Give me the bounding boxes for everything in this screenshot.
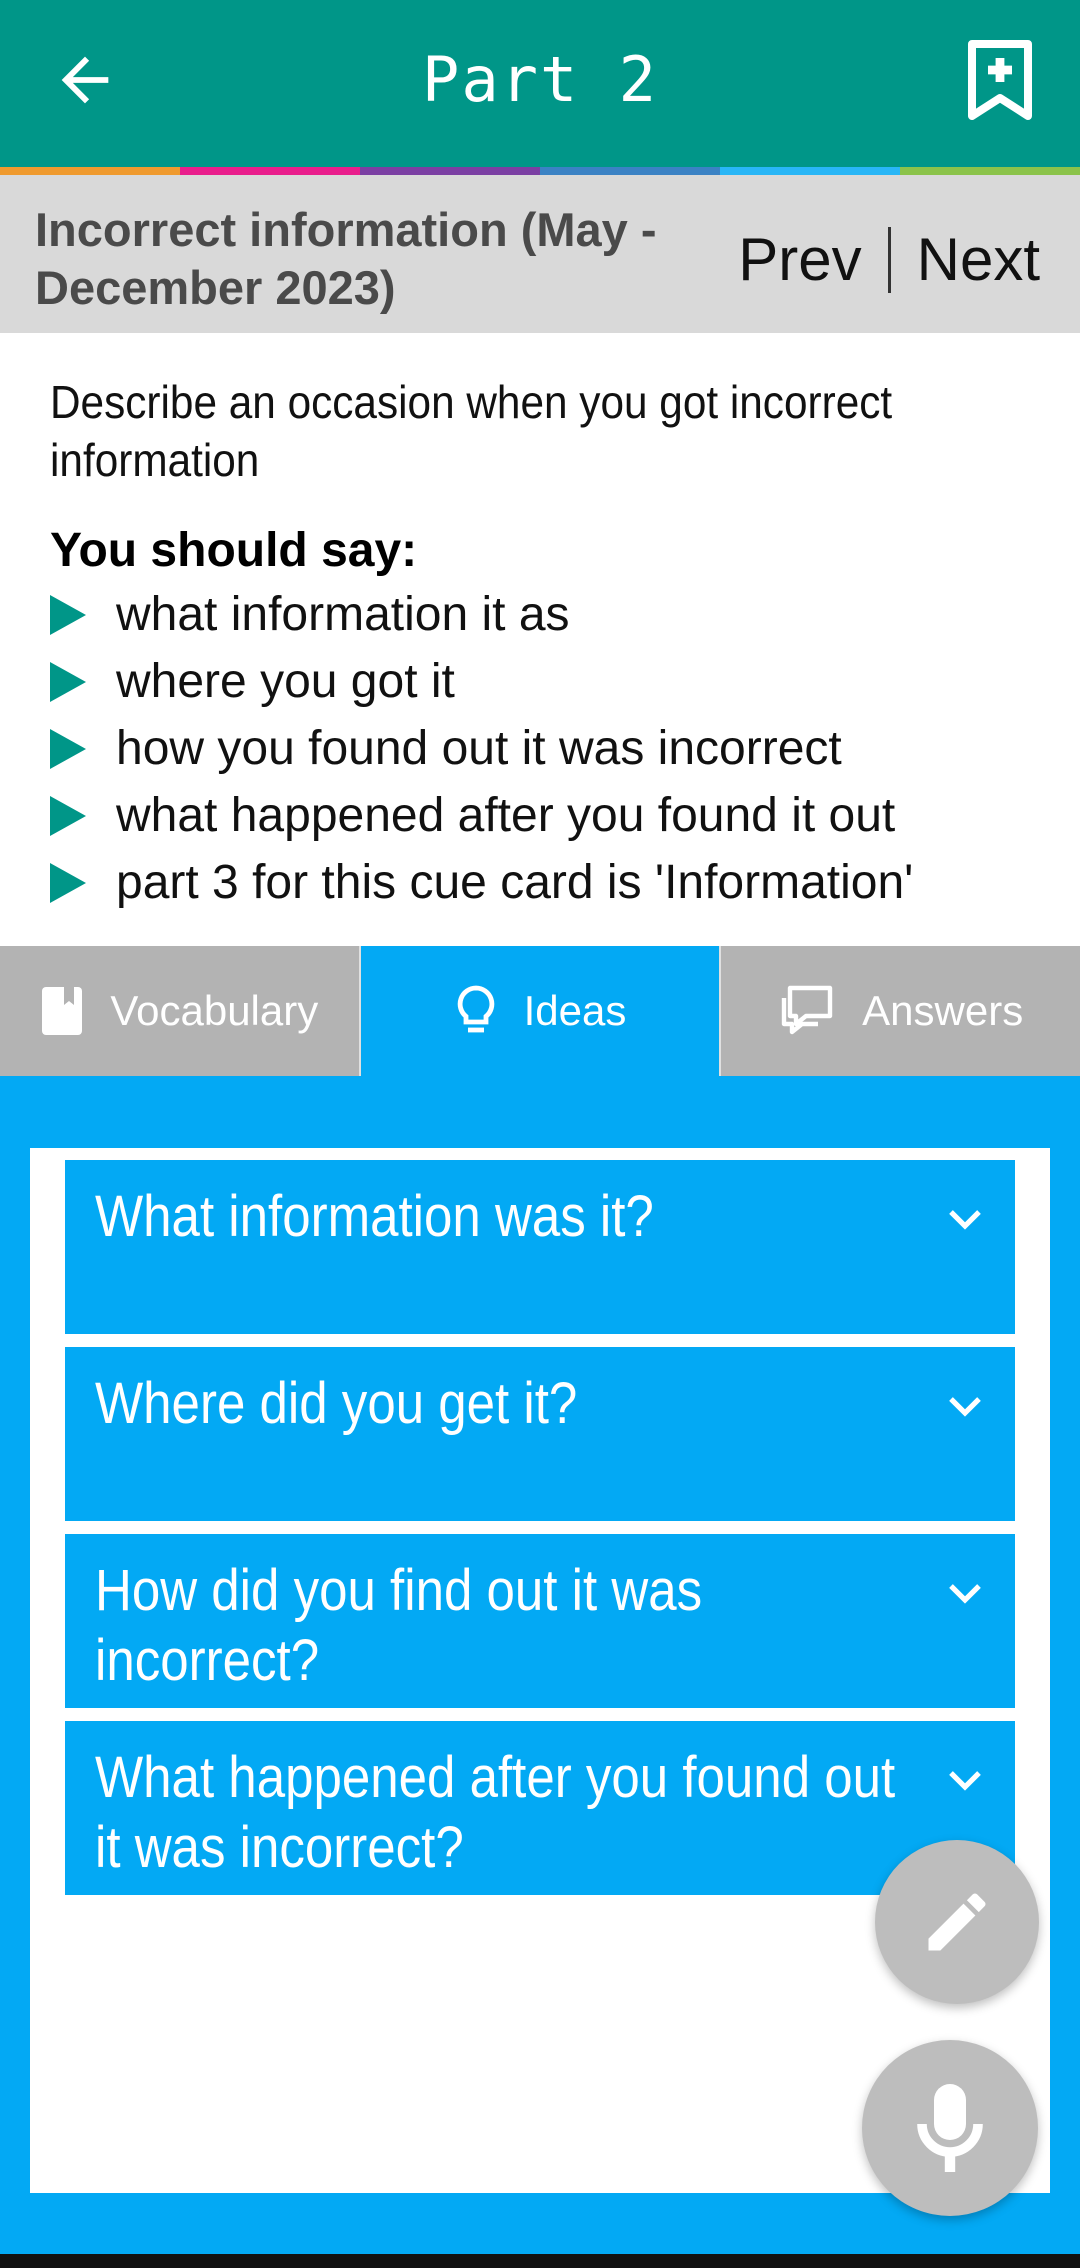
topic-title: Incorrect information (May - December 20… [35, 203, 657, 314]
cue-card-points: what information it as where you got it … [50, 581, 913, 916]
accordion-question: What information was it? [95, 1184, 654, 1249]
tab-label: Ideas [523, 987, 627, 1034]
accordion-question: How did you find out it was incorrect? [95, 1558, 703, 1693]
navigation-bar [0, 2254, 1080, 2268]
nav-divider [887, 226, 891, 293]
tab-vocabulary[interactable]: Vocabulary [0, 946, 359, 1076]
play-triangle-icon [50, 795, 86, 836]
app-screen: Part 2 Incorrect information (May - Dece… [0, 0, 1080, 2268]
chevron-down-icon [949, 1397, 981, 1417]
microphone-button[interactable] [862, 2040, 1038, 2216]
tab-answers[interactable]: Answers [721, 946, 1080, 1076]
microphone-icon [917, 2084, 983, 2172]
list-item: what happened after you found it out [50, 782, 913, 849]
chevron-down-icon [949, 1584, 981, 1604]
bookmark-button[interactable] [960, 30, 1040, 130]
page-title: Part 2 [422, 43, 658, 116]
play-triangle-icon [50, 661, 86, 702]
strip-segment [0, 167, 180, 175]
chat-bubbles-icon [781, 985, 833, 1035]
you-should-say-heading: You should say: [50, 524, 418, 577]
accordion-item[interactable]: What happened after you found out it was… [65, 1721, 1015, 1895]
strip-segment [180, 167, 360, 175]
accordion-question: What happened after you found out it was… [95, 1745, 896, 1880]
point-text: what happened after you found it out [116, 789, 896, 842]
point-text: part 3 for this cue card is 'Information… [116, 856, 914, 909]
strip-segment [720, 167, 900, 175]
chevron-down-icon [949, 1210, 981, 1230]
strip-segment [540, 167, 720, 175]
point-text: what information it as [116, 588, 570, 641]
next-button[interactable]: Next [917, 225, 1040, 294]
play-triangle-icon [50, 594, 86, 635]
topic-navigation: Prev Next [738, 225, 1040, 294]
list-item: what information it as [50, 581, 913, 648]
ideas-panel: What information was it? Where did you g… [30, 1148, 1050, 2193]
lightbulb-icon [457, 985, 494, 1033]
accordion-question: Where did you get it? [95, 1371, 578, 1436]
strip-segment [900, 167, 1080, 175]
pencil-icon [928, 1893, 986, 1951]
accordion-item[interactable]: Where did you get it? [65, 1347, 1015, 1521]
point-text: how you found out it was incorrect [116, 722, 842, 775]
app-bar: Part 2 [0, 0, 1080, 167]
category-color-strip [0, 167, 1080, 175]
cue-card-title: Describe an occasion when you got incorr… [50, 376, 893, 486]
chevron-down-icon [949, 1771, 981, 1791]
tab-label: Vocabulary [110, 987, 319, 1034]
prev-button[interactable]: Prev [738, 225, 861, 294]
list-item: how you found out it was incorrect [50, 715, 913, 782]
topic-bar: Incorrect information (May - December 20… [0, 175, 1080, 333]
accordion-item[interactable]: How did you find out it was incorrect? [65, 1534, 1015, 1708]
edit-button[interactable] [875, 1840, 1039, 2004]
tab-bar: Vocabulary Ideas Answers [0, 946, 1080, 1076]
accordion-item[interactable]: What information was it? [65, 1160, 1015, 1334]
book-icon [42, 987, 83, 1035]
tab-ideas[interactable]: Ideas [358, 946, 722, 1076]
bookmark-add-icon [968, 40, 1032, 120]
strip-segment [360, 167, 540, 175]
tab-label: Answers [862, 987, 1024, 1034]
list-item: where you got it [50, 648, 913, 715]
point-text: where you got it [116, 655, 455, 708]
cue-card: Describe an occasion when you got incorr… [0, 333, 1080, 946]
list-item: part 3 for this cue card is 'Information… [50, 849, 913, 916]
play-triangle-icon [50, 728, 86, 769]
play-triangle-icon [50, 862, 86, 903]
